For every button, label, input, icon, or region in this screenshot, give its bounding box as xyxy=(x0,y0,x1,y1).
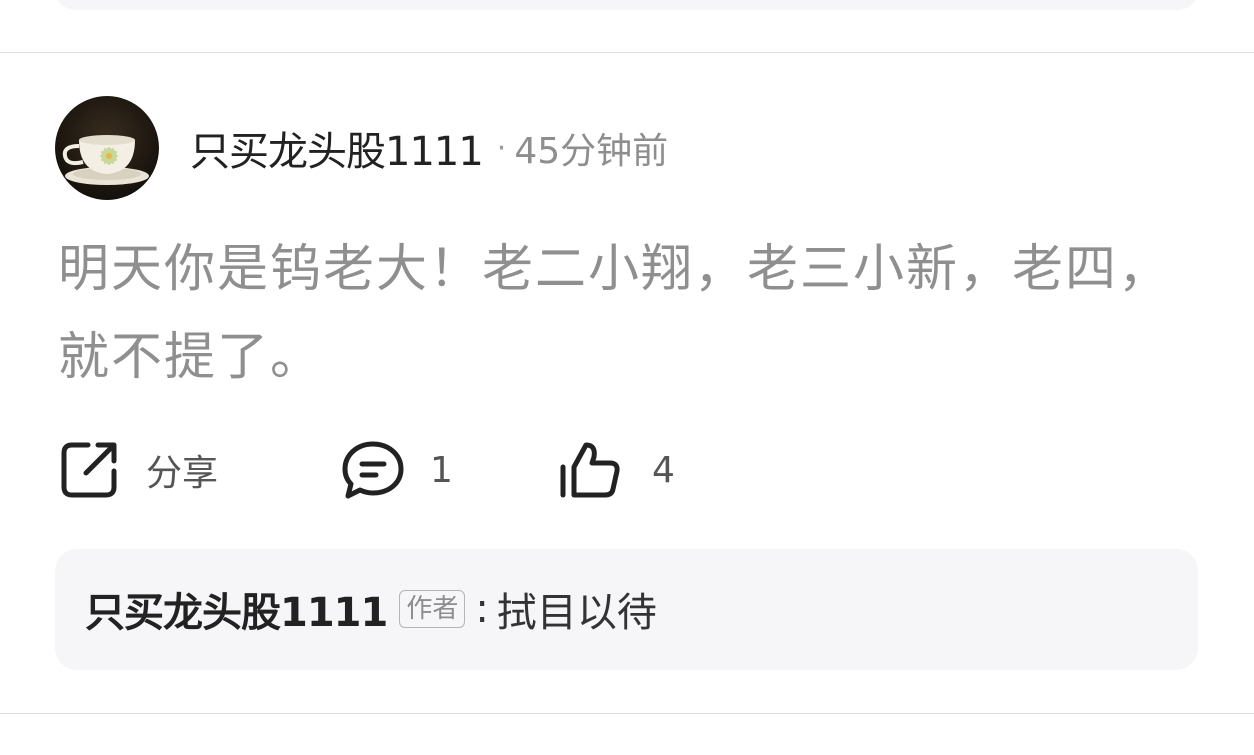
reply-preview[interactable]: 只买龙头股1111 作者 : 拭目以待 xyxy=(55,549,1198,670)
reply-item: 只买龙头股1111 作者 : 拭目以待 xyxy=(85,579,657,639)
share-icon xyxy=(61,442,117,498)
reply-colon: : xyxy=(475,586,489,632)
share-button[interactable]: 分享 xyxy=(58,430,218,510)
author-name[interactable]: 只买龙头股1111 xyxy=(190,119,484,177)
like-button[interactable]: 4 xyxy=(558,430,675,510)
like-count: 4 xyxy=(652,449,675,491)
thumbs-up-icon xyxy=(560,442,620,498)
teacup-avatar-icon xyxy=(55,96,159,200)
action-bar: 分享 1 4 xyxy=(0,430,1254,510)
divider-top xyxy=(0,52,1254,53)
avatar[interactable] xyxy=(55,96,159,200)
reply-text: 拭目以待 xyxy=(496,590,657,636)
reply-author[interactable]: 只买龙头股1111 xyxy=(85,580,388,638)
comment-button[interactable]: 1 xyxy=(340,430,453,510)
divider-bottom xyxy=(0,713,1254,714)
comment-content[interactable]: 明天你是钨老大！老二小翔，老三小新，老四，就不提了。 xyxy=(58,226,1208,402)
comment-count: 1 xyxy=(430,449,453,491)
author-badge: 作者 xyxy=(399,590,466,628)
separator-dot: · xyxy=(496,130,507,166)
comment-header: 只买龙头股1111 · 45分钟前 xyxy=(190,118,668,178)
previous-reply-box xyxy=(55,0,1198,10)
share-label: 分享 xyxy=(146,453,219,494)
comment-icon xyxy=(342,441,404,499)
comment-time: 45分钟前 xyxy=(514,131,669,172)
